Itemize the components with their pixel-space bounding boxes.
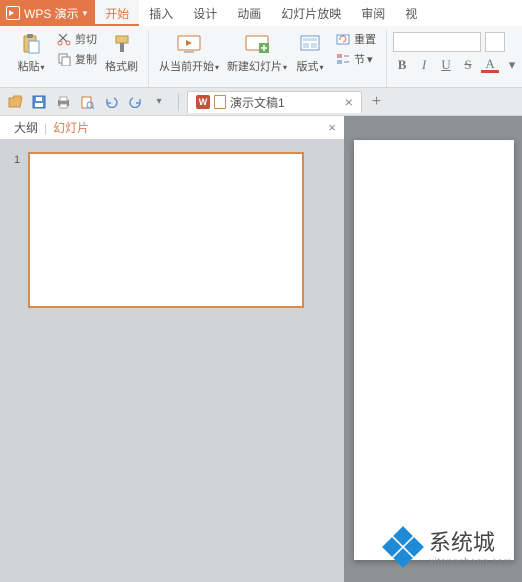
paste-icon — [20, 32, 42, 56]
section-icon — [335, 51, 351, 67]
new-slide-icon — [244, 32, 270, 56]
undo-icon[interactable] — [102, 93, 120, 111]
slide-thumbnail-1[interactable] — [28, 152, 304, 308]
ribbon: 粘贴▾ 剪切 复制 格式刷 从当前开始▾ 新建幻灯片▾ — [0, 26, 522, 88]
thumbnail-list: 1 — [0, 140, 344, 582]
presentation-file-icon — [214, 95, 226, 109]
close-panel-icon[interactable]: × — [328, 120, 336, 135]
wps-doc-icon: W — [196, 95, 210, 109]
separator — [178, 93, 179, 111]
app-title-tab[interactable]: WPS 演示 ▾ — [0, 0, 95, 26]
add-tab-button[interactable]: + — [372, 93, 381, 111]
ribbon-group-font: B I U S A ▾ — [387, 30, 522, 87]
menu-review[interactable]: 审阅 — [351, 0, 395, 26]
qat-more-icon[interactable]: ▾ — [150, 93, 168, 111]
slide-editor[interactable] — [354, 140, 514, 560]
document-tab[interactable]: W 演示文稿1 × — [187, 91, 362, 113]
layout-button[interactable]: 版式▾ — [291, 30, 329, 76]
tab-outline[interactable]: 大纲 — [8, 119, 44, 136]
slide-canvas-area[interactable] — [344, 116, 522, 582]
print-icon[interactable] — [54, 93, 72, 111]
new-slide-button[interactable]: 新建幻灯片▾ — [223, 30, 291, 76]
menu-insert[interactable]: 插入 — [139, 0, 183, 26]
cut-button[interactable]: 剪切 — [52, 30, 101, 48]
chevron-down-icon: ▾ — [83, 8, 88, 19]
menu-start[interactable]: 开始 — [95, 0, 139, 26]
strikethrough-button[interactable]: S — [459, 56, 477, 74]
italic-button[interactable]: I — [415, 56, 433, 74]
copy-icon — [56, 51, 72, 67]
ribbon-group-clipboard: 粘贴▾ 剪切 复制 格式刷 — [6, 30, 149, 87]
document-title: 演示文稿1 — [230, 94, 285, 111]
watermark-subtext: xitongcheng.com — [429, 557, 512, 568]
quick-access-toolbar: ▾ W 演示文稿1 × + — [0, 88, 522, 116]
open-icon[interactable] — [6, 93, 24, 111]
font-family-select[interactable] — [393, 32, 481, 52]
slide-number: 1 — [14, 152, 28, 166]
wps-logo-icon — [6, 6, 20, 20]
app-name: WPS 演示 — [24, 5, 79, 22]
format-painter-button[interactable]: 格式刷 — [101, 30, 142, 76]
save-icon[interactable] — [30, 93, 48, 111]
paste-button[interactable]: 粘贴▾ — [12, 30, 50, 76]
close-tab-icon[interactable]: × — [345, 94, 353, 110]
reset-icon — [335, 31, 351, 47]
menu-design[interactable]: 设计 — [183, 0, 227, 26]
chevron-down-icon[interactable]: ▾ — [503, 56, 521, 74]
scissors-icon — [56, 31, 72, 47]
chevron-down-icon: ▾ — [320, 63, 324, 72]
chevron-down-icon: ▾ — [215, 63, 219, 72]
watermark: 系统城 xitongcheng.com — [383, 525, 512, 568]
redo-icon[interactable] — [126, 93, 144, 111]
menu-view-partial[interactable]: 视 — [395, 0, 427, 26]
layout-icon — [299, 32, 321, 56]
ribbon-group-slides: 从当前开始▾ 新建幻灯片▾ 版式▾ 重置 节▾ — [149, 30, 387, 87]
from-current-button[interactable]: 从当前开始▾ — [155, 30, 223, 76]
bold-button[interactable]: B — [393, 56, 411, 74]
print-preview-icon[interactable] — [78, 93, 96, 111]
chevron-down-icon: ▾ — [283, 63, 287, 72]
side-panel: 大纲 | 幻灯片 × 1 — [0, 116, 344, 582]
reset-button[interactable]: 重置 — [331, 30, 380, 48]
section-button[interactable]: 节▾ — [331, 50, 380, 68]
thumbnail-row: 1 — [14, 152, 330, 308]
tab-slides[interactable]: 幻灯片 — [47, 119, 95, 136]
copy-button[interactable]: 复制 — [52, 50, 101, 68]
workspace: 大纲 | 幻灯片 × 1 — [0, 116, 522, 582]
font-size-select[interactable] — [485, 32, 505, 52]
menu-slideshow[interactable]: 幻灯片放映 — [271, 0, 351, 26]
underline-button[interactable]: U — [437, 56, 455, 74]
font-color-button[interactable]: A — [481, 58, 499, 73]
chevron-down-icon: ▾ — [367, 53, 373, 66]
watermark-text: 系统城 — [429, 525, 512, 557]
play-from-current-icon — [176, 32, 202, 56]
menu-animation[interactable]: 动画 — [227, 0, 271, 26]
watermark-logo-icon — [383, 527, 423, 567]
format-painter-icon — [112, 32, 132, 56]
side-panel-tabs: 大纲 | 幻灯片 × — [0, 116, 344, 140]
